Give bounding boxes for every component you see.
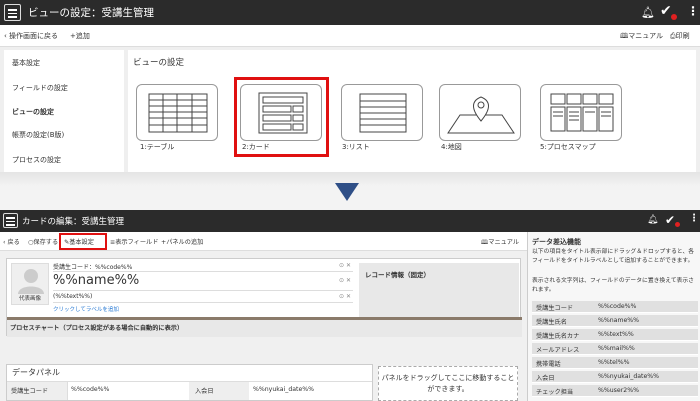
sidebar-item-fields[interactable]: フィールドの設定 — [12, 83, 68, 93]
table-view-icon — [148, 93, 208, 133]
check-icon[interactable]: ✔ — [665, 213, 675, 227]
panel-drop-zone[interactable]: パネルをドラッグしてここに移動することができます。 — [378, 366, 518, 401]
data-insertion-panel: データ差込機能 以下の項目をタイトル表示部にドラッグ＆ドロップすると、各フィール… — [527, 232, 700, 401]
chevron-left-icon: ‹ — [4, 32, 7, 40]
card-edit-title: カードの編集：受講生管理 — [22, 217, 125, 227]
print-link[interactable]: ⎙印刷 — [670, 31, 690, 41]
sub-toolbar: ‹ 操作画面に戻る +追加 🕮︎マニュアル ⎙印刷 — [0, 25, 700, 47]
highlight-frame — [59, 233, 107, 250]
view-type-panel: ビューの設定 1:テーブル 2:カード 3:リスト 4:地図 5:プロセスマップ — [128, 50, 696, 172]
notification-dot-icon — [671, 14, 677, 20]
record-info-label: レコード情報（固定） — [365, 271, 430, 279]
more-menu-icon[interactable]: ⋮ — [689, 213, 699, 224]
sidebar-item-process[interactable]: プロセスの設定 — [12, 155, 61, 165]
code-field[interactable]: 受講生コード：%%code%% ⊙ ✕ — [53, 262, 353, 272]
check-icon[interactable]: ✔ — [660, 3, 672, 19]
side-description-2: 表示される文字列は、フィールドのデータに置き換えて表示されます。 — [532, 278, 694, 293]
insert-field-row[interactable]: メールアドレス %%mail%% — [532, 343, 698, 355]
title-bar: ビューの設定：受講生管理 🔔︎ ✔ ⋮ — [0, 0, 700, 25]
manual-link[interactable]: 🕮︎マニュアル — [620, 31, 663, 43]
field-controls-icon[interactable]: ⊙ ✕ — [339, 277, 351, 284]
data-panel[interactable]: データパネル 受講生コード %%code%% 入会日 %%nyukai_date… — [6, 364, 373, 401]
highlight-frame — [234, 77, 329, 157]
view-label-table: 1:テーブル — [140, 143, 175, 151]
card-preview: 代表画像 受講生コード：%%code%% ⊙ ✕ %%name%% ⊙ ✕ (%… — [6, 258, 522, 337]
add-panel-button[interactable]: +パネルの追加 — [161, 237, 203, 246]
view-option-process-map[interactable] — [540, 84, 622, 141]
text-field[interactable]: (%%text%%) ⊙ ✕ — [53, 293, 353, 303]
insert-field-row[interactable]: 受講生コード %%code%% — [532, 301, 698, 313]
view-label-list: 3:リスト — [342, 143, 370, 151]
field-controls-icon[interactable]: ⊙ ✕ — [339, 293, 351, 300]
show-fields-button[interactable]: ≡表示フィールド — [110, 237, 158, 246]
process-chart-bar: プロセスチャート（プロセス設定がある場合に自動的に表示） — [7, 317, 522, 337]
bell-icon[interactable]: 🔔︎ — [641, 6, 655, 19]
manual-link[interactable]: 🕮︎マニュアル — [481, 237, 519, 248]
field-controls-icon[interactable]: ⊙ ✕ — [339, 262, 351, 269]
sidebar-item-forms[interactable]: 帳票の設定(Β版) — [12, 130, 64, 140]
insert-field-row[interactable]: 携帯電話 %%tel%% — [532, 357, 698, 369]
view-label-process-map: 5:プロセスマップ — [540, 143, 596, 151]
save-button[interactable]: ○保存する — [28, 237, 58, 246]
view-option-table[interactable] — [136, 84, 218, 141]
hamburger-menu-icon[interactable] — [4, 4, 21, 21]
side-description: 以下の項目をタイトル表示部にドラッグ＆ドロップすると、各フィールドをタイトルラベ… — [532, 249, 695, 264]
card-edit-title-bar: カードの編集：受講生管理 🔔︎ ✔ ⋮ — [0, 210, 700, 232]
card-edit-toolbar: ‹ 戻る ○保存する ✎基本設定 ≡表示フィールド +パネルの追加 🕮︎マニュア… — [0, 232, 527, 251]
add-button[interactable]: +追加 — [70, 31, 90, 41]
page-title: ビューの設定：受講生管理 — [28, 7, 154, 19]
back-button[interactable]: ‹ 戻る — [3, 237, 20, 246]
data-row-label: 受講生コード — [11, 388, 49, 395]
data-row-value[interactable]: %%code%% — [71, 386, 109, 393]
process-chart-label: プロセスチャート（プロセス設定がある場合に自動的に表示） — [10, 325, 184, 332]
add-label-link[interactable]: クリックしてラベルを追加 — [53, 305, 119, 313]
side-heading: データ差込機能 — [532, 238, 581, 246]
view-option-map[interactable] — [439, 84, 521, 141]
bell-icon[interactable]: 🔔︎ — [647, 215, 658, 225]
notification-dot-icon — [675, 222, 680, 227]
name-field[interactable]: %%name%% ⊙ ✕ — [53, 273, 353, 291]
record-info-panel: レコード情報（固定） — [359, 263, 519, 319]
more-menu-icon[interactable]: ⋮ — [687, 4, 699, 18]
hamburger-menu-icon[interactable] — [3, 213, 18, 228]
insert-field-row[interactable]: 入会日 %%nyukai_date%% — [532, 371, 698, 383]
insert-field-row[interactable]: 受講生氏名カナ %%text%% — [532, 329, 698, 341]
view-option-list[interactable] — [341, 84, 423, 141]
view-label-map: 4:地図 — [441, 143, 462, 151]
map-view-icon — [447, 96, 515, 134]
insert-field-row[interactable]: 受講生氏名 %%name%% — [532, 315, 698, 327]
view-settings-screen: ビューの設定：受講生管理 🔔︎ ✔ ⋮ ‹ 操作画面に戻る +追加 🕮︎マニュア… — [0, 0, 700, 172]
avatar[interactable]: 代表画像 — [11, 263, 49, 305]
process-map-view-icon — [550, 93, 614, 132]
sidebar-item-basic[interactable]: 基本設定 — [12, 58, 40, 68]
data-row-value[interactable]: %%nyukai_date%% — [253, 386, 314, 393]
avatar-label: 代表画像 — [18, 296, 41, 302]
view-heading: ビューの設定 — [133, 58, 185, 68]
down-arrow-icon — [335, 183, 359, 201]
person-icon — [18, 269, 44, 294]
sidebar-item-view[interactable]: ビューの設定 — [12, 107, 54, 117]
settings-sidebar: 基本設定 フィールドの設定 ビューの設定 帳票の設定(Β版) プロセスの設定 — [4, 50, 124, 172]
transition-band — [0, 172, 700, 210]
data-panel-title: データパネル — [12, 368, 60, 377]
card-edit-screen: カードの編集：受講生管理 🔔︎ ✔ ⋮ ‹ 戻る ○保存する ✎基本設定 ≡表示… — [0, 210, 700, 401]
back-link[interactable]: ‹ 操作画面に戻る — [4, 31, 58, 41]
data-row-label: 入会日 — [195, 388, 214, 395]
insert-field-row[interactable]: チェック担当 %%user2%% — [532, 385, 698, 397]
list-view-icon — [359, 93, 407, 133]
